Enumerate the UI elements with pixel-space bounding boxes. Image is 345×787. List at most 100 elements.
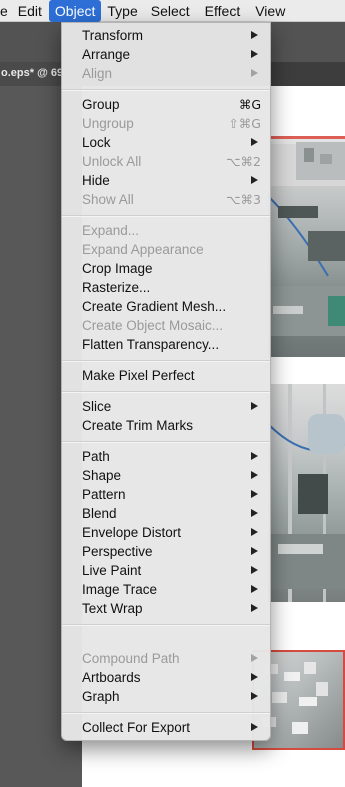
menu-item-label: Slice bbox=[82, 399, 112, 414]
menu-item-flatten-transparency[interactable]: Flatten Transparency... bbox=[62, 335, 270, 354]
menu-item-create-trim-marks[interactable]: Create Trim Marks bbox=[62, 416, 270, 435]
menu-item-rasterize[interactable]: Rasterize... bbox=[62, 278, 270, 297]
menu-effect[interactable]: Effect bbox=[199, 0, 251, 22]
submenu-arrow-icon bbox=[251, 692, 258, 700]
menu-item-label: Compound Path bbox=[82, 651, 180, 666]
submenu-arrow-icon bbox=[251, 585, 258, 593]
submenu-arrow-icon bbox=[251, 604, 258, 612]
menu-item-label: Transform bbox=[82, 28, 144, 43]
menu-select[interactable]: Select bbox=[146, 0, 199, 22]
placed-image-1[interactable] bbox=[268, 136, 345, 357]
robot-arm-photo-graphic bbox=[268, 384, 345, 602]
menu-item-label: Blend bbox=[82, 506, 117, 521]
menu-item-label: Artboards bbox=[82, 670, 141, 685]
menu-item-label: Group bbox=[82, 97, 120, 112]
menu-edit[interactable]: Edit bbox=[15, 0, 49, 22]
menu-separator bbox=[62, 712, 270, 714]
menu-item-label: Crop Image bbox=[82, 261, 153, 276]
menu-item-label: Path bbox=[82, 449, 110, 464]
menu-item-label: Expand... bbox=[82, 223, 140, 238]
placed-image-2[interactable] bbox=[268, 384, 345, 602]
menu-item-shortcut: ⇧⌘G bbox=[228, 116, 261, 131]
menu-item-label: Show All bbox=[82, 192, 134, 207]
menu-separator bbox=[62, 215, 270, 217]
menu-item-slice[interactable]: Slice bbox=[62, 397, 270, 416]
menu-item-hide[interactable]: Hide bbox=[62, 171, 270, 190]
menu-item-label: Hide bbox=[82, 173, 110, 188]
submenu-arrow-icon bbox=[251, 31, 258, 39]
menu-item-blend[interactable]: Blend bbox=[62, 504, 270, 523]
menu-item-live-paint[interactable]: Live Paint bbox=[62, 561, 270, 580]
submenu-arrow-icon bbox=[251, 138, 258, 146]
menu-item-artboards[interactable]: Artboards bbox=[62, 668, 270, 687]
menu-item-label: Lock bbox=[82, 135, 111, 150]
submenu-arrow-icon bbox=[251, 547, 258, 555]
submenu-arrow-icon bbox=[251, 402, 258, 410]
menu-item-transform[interactable]: Transform bbox=[62, 26, 270, 45]
menu-item-text-wrap[interactable]: Text Wrap bbox=[62, 599, 270, 618]
menu-item-label: Graph bbox=[82, 689, 120, 704]
menu-item-label: Align bbox=[82, 66, 113, 81]
menu-item-perspective[interactable]: Perspective bbox=[62, 542, 270, 561]
menu-object[interactable]: Object bbox=[48, 0, 102, 22]
menu-item-label: Perspective bbox=[82, 544, 153, 559]
menu-item-graph[interactable]: Graph bbox=[62, 687, 270, 706]
menu-item-envelope-distort[interactable]: Envelope Distort bbox=[62, 523, 270, 542]
object-menu: Transform Arrange Align Group ⌘G Ungroup… bbox=[61, 22, 271, 741]
menu-item-label: Ungroup bbox=[82, 116, 134, 131]
menu-item-label: Unlock All bbox=[82, 154, 142, 169]
menu-view[interactable]: View bbox=[250, 0, 291, 22]
menu-item-pattern[interactable]: Pattern bbox=[62, 485, 270, 504]
menu-item-show-all[interactable]: Show All ⌥⌘3 bbox=[62, 190, 270, 209]
menu-item-arrange[interactable]: Arrange bbox=[62, 45, 270, 64]
menu-item-label: Expand Appearance bbox=[82, 242, 204, 257]
menu-separator bbox=[62, 441, 270, 443]
menu-item-label: Arrange bbox=[82, 47, 131, 62]
menu-item-label: Create Trim Marks bbox=[82, 418, 194, 433]
menu-item-label: Pattern bbox=[82, 487, 126, 502]
menu-item-collect-for-export[interactable]: Collect For Export bbox=[62, 718, 270, 737]
menu-item-label: Live Paint bbox=[82, 563, 142, 578]
menu-separator bbox=[62, 391, 270, 393]
menu-item-make-pixel-perfect[interactable]: Make Pixel Perfect bbox=[62, 366, 270, 385]
menu-item-label: Make Pixel Perfect bbox=[82, 368, 195, 383]
menu-item-label: Image Trace bbox=[82, 582, 158, 597]
menu-bar: e Edit Object Type Select Effect View bbox=[0, 0, 345, 22]
menu-type[interactable]: Type bbox=[101, 0, 145, 22]
document-tab[interactable]: o.eps* @ 69 bbox=[0, 62, 70, 86]
menu-item-shortcut: ⌥⌘3 bbox=[226, 192, 261, 207]
submenu-arrow-icon bbox=[251, 528, 258, 536]
menu-item-ungroup[interactable]: Ungroup ⇧⌘G bbox=[62, 114, 270, 133]
menu-file[interactable]: e bbox=[0, 0, 15, 22]
menu-item-compound-path[interactable]: Compound Path bbox=[62, 649, 270, 668]
submenu-arrow-icon bbox=[251, 566, 258, 574]
menu-item-label: Text Wrap bbox=[82, 601, 143, 616]
submenu-arrow-icon bbox=[251, 50, 258, 58]
menu-item-create-gradient-mesh[interactable]: Create Gradient Mesh... bbox=[62, 297, 270, 316]
menu-item-image-trace[interactable]: Image Trace bbox=[62, 580, 270, 599]
submenu-arrow-icon bbox=[251, 69, 258, 77]
menu-item-create-object-mosaic[interactable]: Create Object Mosaic... bbox=[62, 316, 270, 335]
menu-item-label: Envelope Distort bbox=[82, 525, 182, 540]
menu-item-label: Create Gradient Mesh... bbox=[82, 299, 227, 314]
menu-item-label: Collect For Export bbox=[82, 720, 191, 735]
menu-item-unlock-all[interactable]: Unlock All ⌥⌘2 bbox=[62, 152, 270, 171]
menu-separator bbox=[62, 360, 270, 362]
menu-item-lock[interactable]: Lock bbox=[62, 133, 270, 152]
menu-item-path[interactable]: Path bbox=[62, 447, 270, 466]
robot-photo-graphic bbox=[268, 142, 345, 336]
submenu-arrow-icon bbox=[251, 490, 258, 498]
menu-item-label: Shape bbox=[82, 468, 122, 483]
menu-item-expand-appearance[interactable]: Expand Appearance bbox=[62, 240, 270, 259]
menu-item-label: Rasterize... bbox=[82, 280, 151, 295]
menu-item-expand[interactable]: Expand... bbox=[62, 221, 270, 240]
submenu-arrow-icon bbox=[251, 471, 258, 479]
menu-item-crop-image[interactable]: Crop Image bbox=[62, 259, 270, 278]
menu-item-shortcut: ⌥⌘2 bbox=[226, 154, 261, 169]
submenu-arrow-icon bbox=[251, 509, 258, 517]
menu-separator bbox=[62, 89, 270, 91]
menu-item-shortcut: ⌘G bbox=[238, 97, 261, 112]
menu-item-shape[interactable]: Shape bbox=[62, 466, 270, 485]
menu-item-align[interactable]: Align bbox=[62, 64, 270, 83]
menu-item-group[interactable]: Group ⌘G bbox=[62, 95, 270, 114]
